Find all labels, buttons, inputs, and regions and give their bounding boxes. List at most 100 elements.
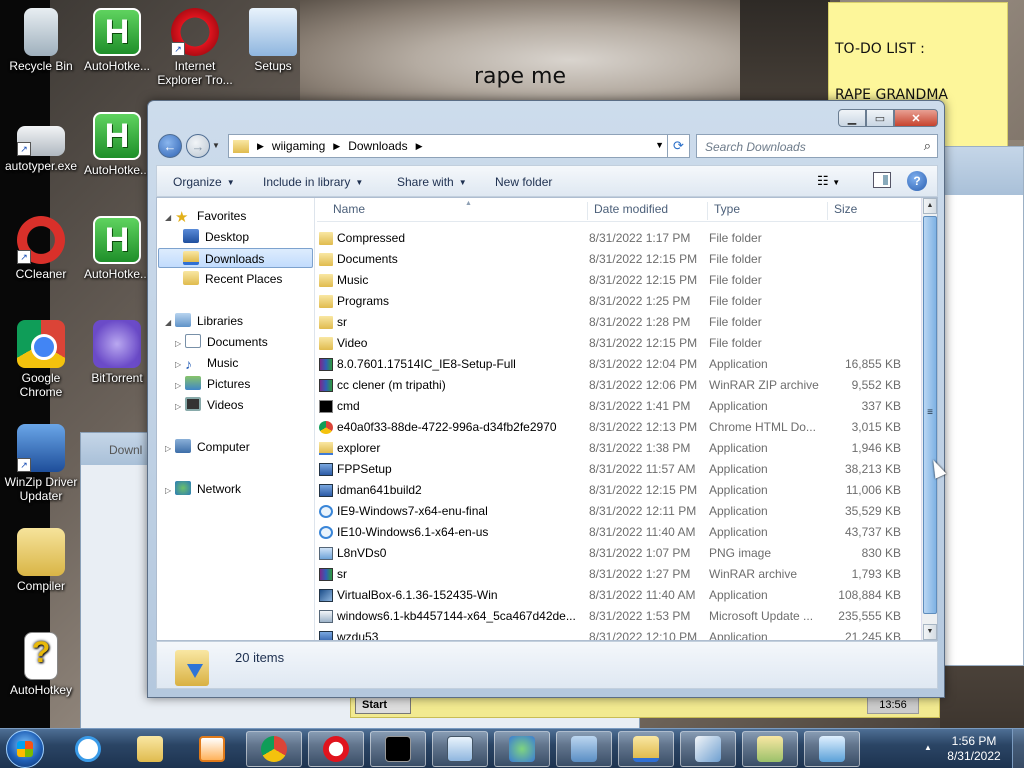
file-row[interactable]: sr 8/31/2022 1:27 PM WinRAR archive 1,793 K… (317, 564, 921, 585)
close-button[interactable]: ✕ (894, 109, 938, 127)
expand-icon[interactable]: ▷ (175, 355, 185, 375)
taskbar-remote-desktop[interactable] (804, 731, 860, 767)
scroll-up-icon[interactable]: ▲ (923, 198, 937, 214)
collapse-icon[interactable]: ◢ (165, 208, 175, 228)
nav-network[interactable]: ▷ Network (165, 479, 241, 499)
file-row[interactable]: FPPSetup 8/31/2022 11:57 AM Application 38,… (317, 459, 921, 480)
column-header-size[interactable]: Size (827, 202, 857, 220)
breadcrumb-separator-icon[interactable]: ▶ (257, 141, 264, 152)
back-button[interactable]: ← (158, 134, 182, 158)
file-row[interactable]: IE9-Windows7-x64-enu-final 8/31/2022 12:1… (317, 501, 921, 522)
desktop-icon-google-chrome[interactable]: Google Chrome (0, 320, 82, 399)
nav-recent-places[interactable]: Recent Places (183, 269, 282, 289)
breadcrumb-separator-icon[interactable]: ▶ (416, 141, 423, 152)
nav-pictures[interactable]: ▷ Pictures (175, 374, 250, 394)
file-row[interactable]: Video 8/31/2022 12:15 PM File folder (317, 333, 921, 354)
file-row[interactable]: idman641build2 8/31/2022 12:15 PM Applicat… (317, 480, 921, 501)
file-list[interactable]: Name ▲ Date modified Type Size Compressed… (317, 198, 921, 640)
nav-computer[interactable]: ▷ Computer (165, 437, 250, 457)
column-header-name[interactable]: Name ▲ (333, 200, 472, 220)
taskbar-users[interactable] (494, 731, 550, 767)
vertical-scrollbar[interactable]: ▲ ≡ ▼ (921, 198, 937, 640)
file-row[interactable]: VirtualBox-6.1.36-152435-Win 8/31/2022 11… (317, 585, 921, 606)
share-with-button[interactable]: Share with ▼ (397, 175, 467, 189)
desktop-icon-bittorrent[interactable]: BitTorrent (76, 320, 158, 385)
desktop-icon-compiler[interactable]: Compiler (0, 528, 82, 593)
desktop-icon-autohotkey-script[interactable]: ? AutoHotkey (0, 632, 82, 697)
taskbar-installer[interactable] (680, 731, 736, 767)
file-row[interactable]: windows6.1-kb4457144-x64_5ca467d42de... 8… (317, 606, 921, 627)
forward-button[interactable]: → (186, 134, 210, 158)
expand-icon[interactable]: ▷ (165, 439, 175, 459)
desktop-icon-setups[interactable]: Setups (232, 8, 314, 73)
taskbar-control-panel[interactable] (556, 731, 612, 767)
new-folder-button[interactable]: New folder (495, 175, 552, 189)
desktop-icon-recycle-bin[interactable]: Recycle Bin (0, 8, 82, 73)
file-row[interactable]: cmd 8/31/2022 1:41 PM Application 337 KB (317, 396, 921, 417)
desktop-icon-autohotkey-2[interactable]: H AutoHotke... (76, 112, 158, 177)
maximize-button[interactable]: ▭ (866, 109, 894, 127)
background-window-right[interactable] (944, 146, 1024, 666)
refresh-icon[interactable]: ⟳ (668, 134, 690, 158)
desktop-icon-autohotkey-3[interactable]: H AutoHotke... (76, 216, 158, 281)
file-row[interactable]: wzdu53 8/31/2022 12:10 PM Application 21,24… (317, 627, 921, 640)
file-row[interactable]: Programs 8/31/2022 1:25 PM File folder (317, 291, 921, 312)
minimize-button[interactable]: ▁ (838, 109, 866, 127)
taskbar-cmd[interactable] (370, 731, 426, 767)
scroll-down-icon[interactable]: ▼ (923, 624, 937, 640)
file-row[interactable]: IE10-Windows6.1-x64-en-us 8/31/2022 11:40… (317, 522, 921, 543)
nav-downloads[interactable]: Downloads (158, 248, 313, 268)
file-row[interactable]: Music 8/31/2022 12:15 PM File folder (317, 270, 921, 291)
taskbar-resource-monitor[interactable] (432, 731, 488, 767)
scroll-thumb[interactable]: ≡ (923, 216, 937, 614)
recent-pages-dropdown-icon[interactable]: ▼ (212, 141, 220, 150)
desktop-icon-autotyper[interactable]: ↗ autotyper.exe (0, 118, 82, 173)
start-button[interactable] (6, 730, 44, 768)
search-icon[interactable]: ⌕ (924, 138, 931, 154)
preview-pane-icon[interactable] (873, 172, 891, 188)
file-row[interactable]: sr 8/31/2022 1:28 PM File folder (317, 312, 921, 333)
nav-music[interactable]: ▷ ♪ Music (175, 353, 238, 373)
address-bar[interactable]: ▶ wiigaming ▶ Downloads ▶ ▼ (228, 134, 668, 158)
desktop-icon-autohotkey[interactable]: H AutoHotke... (76, 8, 158, 73)
show-hidden-icons-icon[interactable]: ▲ (924, 743, 932, 752)
address-dropdown-icon[interactable]: ▼ (655, 140, 664, 150)
desktop-icon-winzip-driver-updater[interactable]: ↗ WinZip Driver Updater (0, 424, 82, 503)
change-view-icon[interactable]: ☷ ▼ (817, 173, 840, 189)
breadcrumb-wiigaming[interactable]: wiigaming (272, 139, 325, 153)
nav-desktop[interactable]: Desktop (183, 227, 249, 247)
taskbar-chrome[interactable] (246, 731, 302, 767)
taskbar-opera[interactable] (308, 731, 364, 767)
file-row[interactable]: Documents 8/31/2022 12:15 PM File folder (317, 249, 921, 270)
explorer-window[interactable]: ▁ ▭ ✕ ← → ▼ ▶ wiigaming ▶ Downloads ▶ ▼ … (147, 100, 945, 698)
expand-icon[interactable]: ▷ (175, 397, 185, 417)
taskbar-media-player[interactable] (184, 731, 240, 767)
nav-libraries[interactable]: ◢ Libraries (165, 311, 243, 331)
nav-favorites[interactable]: ◢ ★ Favorites (165, 206, 246, 226)
column-header-type[interactable]: Type (707, 202, 740, 220)
taskbar-downloads-window[interactable] (618, 731, 674, 767)
file-row[interactable]: L8nVDs0 8/31/2022 1:07 PM PNG image 830 KB (317, 543, 921, 564)
show-desktop-button[interactable] (1012, 729, 1024, 768)
taskbar-clock[interactable]: 1:56 PM 8/31/2022 (944, 734, 1004, 764)
include-in-library-button[interactable]: Include in library ▼ (263, 175, 363, 189)
collapse-icon[interactable]: ◢ (165, 313, 175, 333)
file-row[interactable]: Compressed 8/31/2022 1:17 PM File folder (317, 228, 921, 249)
breadcrumb-downloads[interactable]: Downloads (348, 139, 407, 153)
vm-start-button[interactable]: Start (355, 696, 411, 714)
expand-icon[interactable]: ▷ (165, 481, 175, 501)
column-header-date[interactable]: Date modified (587, 202, 668, 220)
taskbar-libraries[interactable] (742, 731, 798, 767)
help-icon[interactable]: ? (907, 171, 927, 191)
file-row[interactable]: 8.0.7601.17514IC_IE8-Setup-Full 8/31/2022… (317, 354, 921, 375)
taskbar-internet-explorer[interactable] (60, 731, 116, 767)
desktop-icon-ie-opera[interactable]: ↗ Internet Explorer Tro... (154, 8, 236, 87)
file-row[interactable]: cc clener (m tripathi) 8/31/2022 12:06 PM… (317, 375, 921, 396)
file-row[interactable]: e40a0f33-88de-4722-996a-d34fb2fe2970 8/31… (317, 417, 921, 438)
search-input[interactable]: Search Downloads ⌕ (696, 134, 938, 158)
navigation-pane[interactable]: ◢ ★ Favorites Desktop Downloads Recent Pla… (157, 198, 315, 640)
expand-icon[interactable]: ▷ (175, 334, 185, 354)
nav-videos[interactable]: ▷ Videos (175, 395, 243, 415)
expand-icon[interactable]: ▷ (175, 376, 185, 396)
taskbar-file-explorer[interactable] (122, 731, 178, 767)
